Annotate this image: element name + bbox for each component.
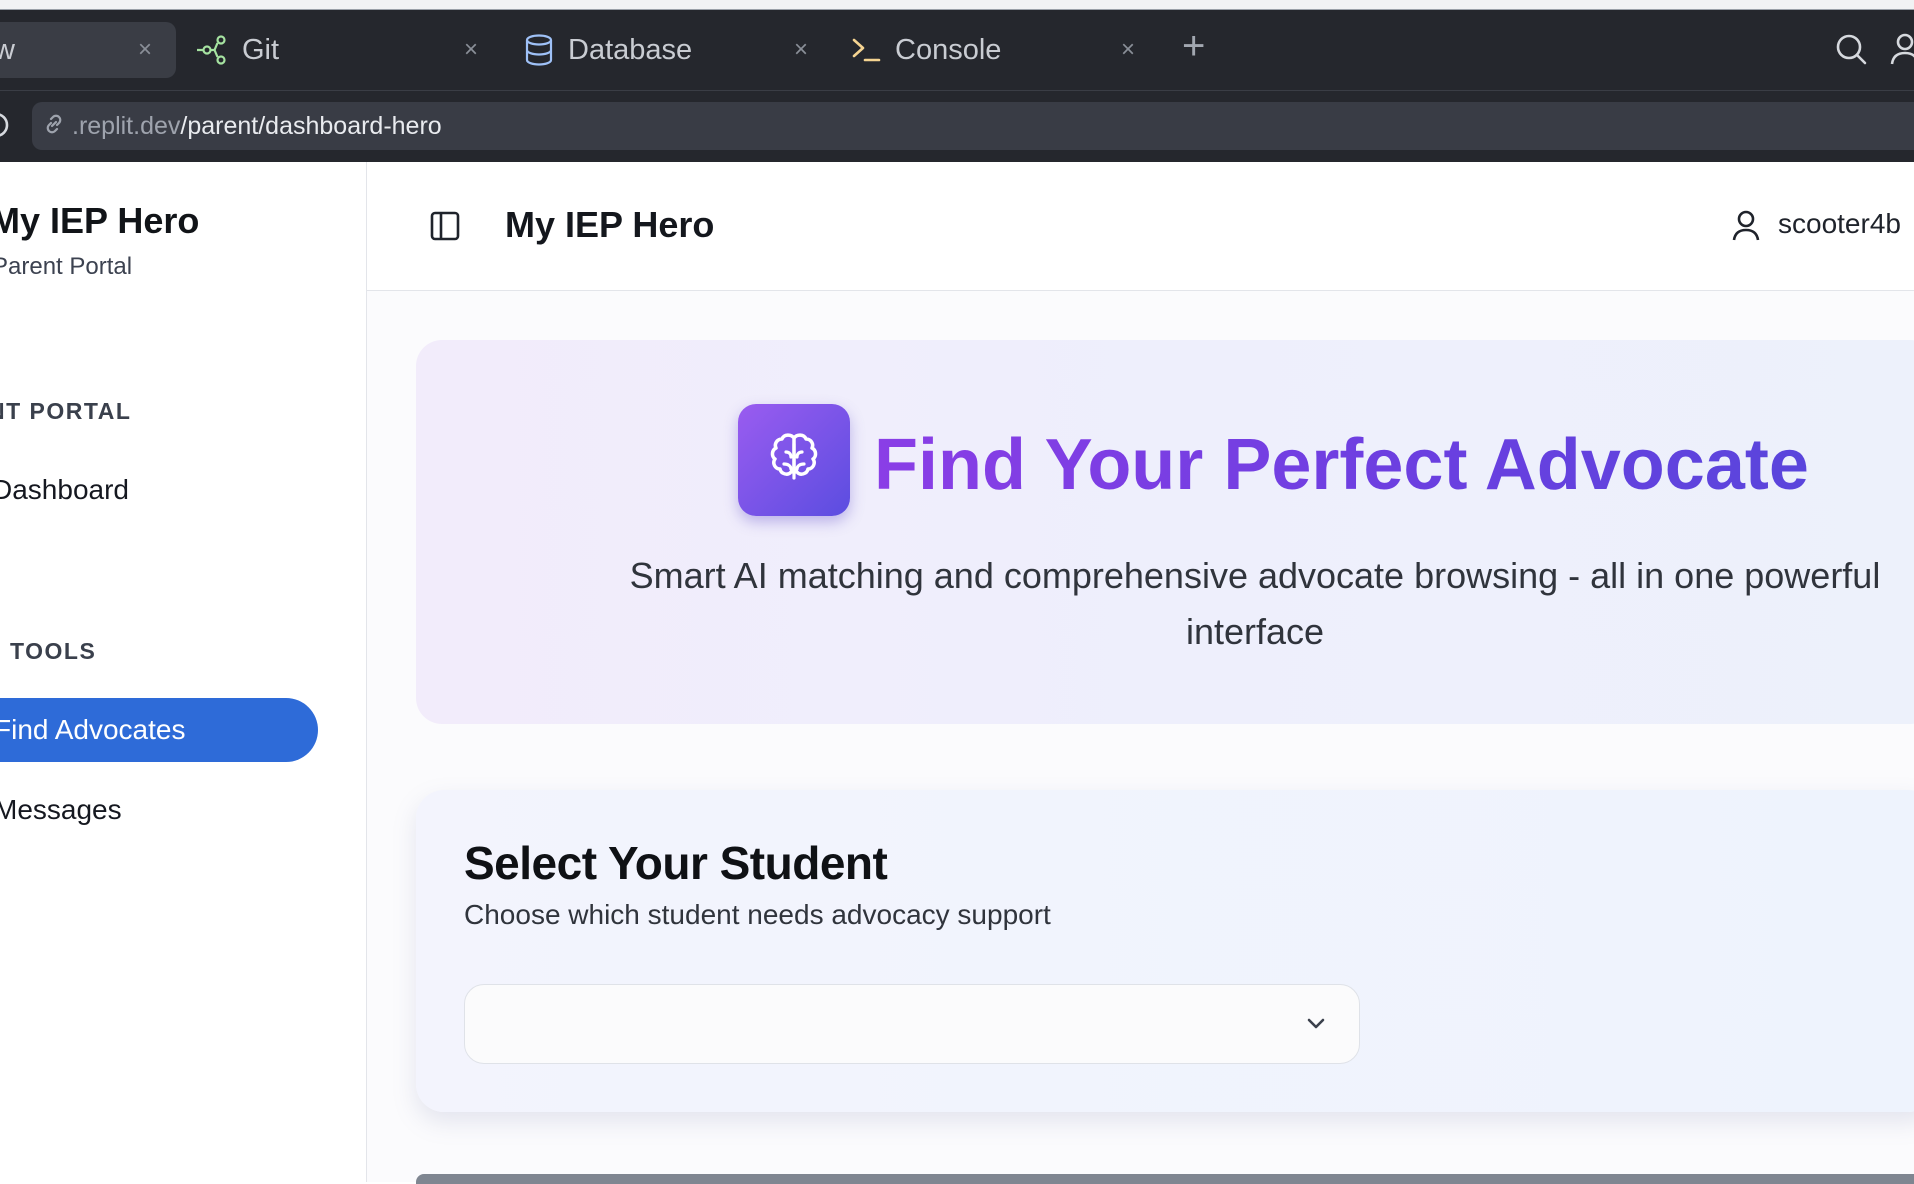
- browser-tab-bar: w × Git × Database × Console × +: [0, 10, 1914, 90]
- student-selector-title: Select Your Student: [464, 837, 888, 889]
- student-selector-subtitle: Choose which student needs advocacy supp…: [464, 899, 1051, 930]
- close-icon[interactable]: ×: [464, 36, 478, 64]
- chevron-down-icon: [1305, 1012, 1327, 1039]
- tab-database[interactable]: Database ×: [524, 22, 824, 78]
- next-card-edge: [416, 1174, 1914, 1184]
- tab-git[interactable]: Git ×: [196, 22, 496, 78]
- close-icon[interactable]: ×: [794, 36, 808, 64]
- brain-icon: [738, 404, 850, 516]
- tab-active[interactable]: w ×: [0, 22, 176, 78]
- link-icon: [42, 112, 66, 141]
- user-menu[interactable]: scooter4b: [1778, 208, 1901, 240]
- hero-title: Find Your Perfect Advocate: [874, 420, 1809, 510]
- url-bar[interactable]: .replit.dev/parent/dashboard-hero: [32, 102, 1914, 150]
- hero-card: [416, 340, 1914, 724]
- git-icon: [197, 35, 226, 65]
- sidebar-item-messages[interactable]: Messages: [0, 794, 122, 826]
- account-icon[interactable]: [1890, 32, 1914, 71]
- url-domain: .replit.dev: [72, 111, 181, 140]
- header-title: My IEP Hero: [505, 204, 715, 245]
- sidebar-item-find-advocates[interactable]: Find Advocates: [0, 698, 318, 762]
- user-icon: [1732, 210, 1760, 247]
- sidebar-item-dashboard[interactable]: Dashboard: [0, 474, 129, 506]
- sidebar: [0, 162, 367, 1182]
- close-icon[interactable]: ×: [138, 36, 152, 64]
- tab-label: Git: [242, 33, 280, 66]
- sidebar-toggle-icon[interactable]: [430, 211, 460, 246]
- search-icon[interactable]: [1834, 32, 1868, 71]
- sidebar-section-portal: NT PORTAL: [0, 398, 132, 424]
- hero-subtitle: Smart AI matching and comprehensive advo…: [629, 555, 1881, 652]
- tab-label: Database: [568, 33, 693, 66]
- student-select-dropdown[interactable]: [464, 984, 1360, 1064]
- url-path: /parent/dashboard-hero: [180, 111, 442, 140]
- tab-console[interactable]: Console ×: [851, 22, 1151, 78]
- window-top-edge: [0, 0, 1914, 10]
- sidebar-section-tools: TOOLS: [10, 638, 97, 664]
- database-icon: [525, 34, 553, 66]
- sidebar-app-subtitle: Parent Portal: [0, 253, 133, 280]
- sidebar-item-label: Find Advocates: [0, 714, 186, 745]
- close-icon[interactable]: ×: [1121, 36, 1135, 64]
- tab-label: Console: [895, 33, 1002, 66]
- new-tab-button[interactable]: +: [1182, 24, 1205, 69]
- sidebar-app-title: My IEP Hero: [0, 200, 200, 241]
- reload-icon[interactable]: [0, 110, 16, 145]
- tab-label: w: [0, 33, 15, 66]
- console-icon: [852, 38, 881, 62]
